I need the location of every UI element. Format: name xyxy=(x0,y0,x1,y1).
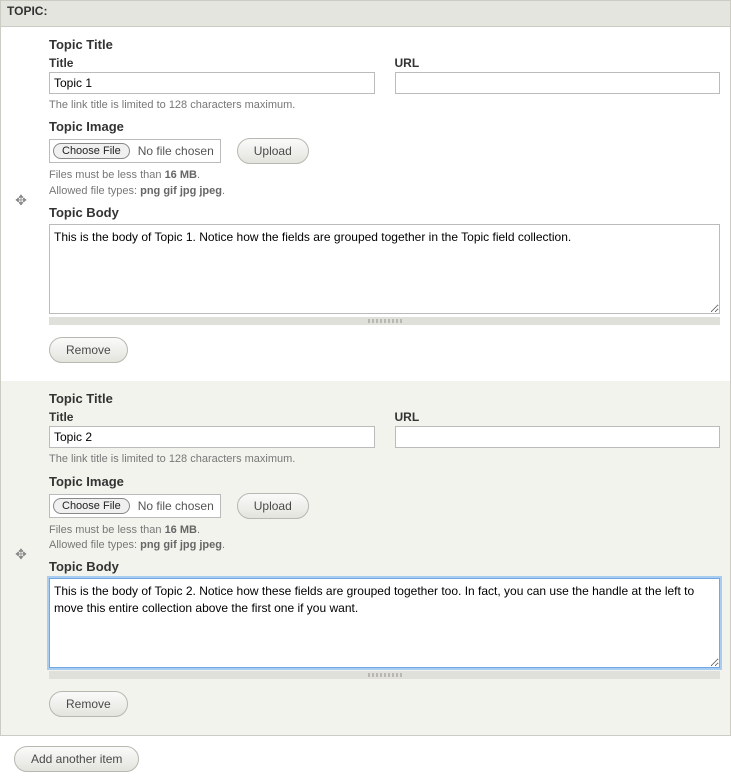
topic-item: ✥ Topic Title Title URL The link title i… xyxy=(1,27,730,381)
file-hint: Files must be less than 16 MB. Allowed f… xyxy=(49,523,720,554)
remove-button[interactable]: Remove xyxy=(49,691,128,717)
drag-handle-icon[interactable]: ✥ xyxy=(15,547,27,561)
url-label: URL xyxy=(395,410,721,424)
section-label: TOPIC: xyxy=(7,4,47,18)
file-status: No file chosen xyxy=(138,144,214,158)
add-item-button[interactable]: Add another item xyxy=(14,746,139,772)
topic-form: Topic Title Title URL The link title is … xyxy=(41,391,720,717)
topic-title-group-label: Topic Title xyxy=(49,37,720,52)
topic-body-group-label: Topic Body xyxy=(49,559,720,574)
topic-image-group-label: Topic Image xyxy=(49,474,720,489)
title-label: Title xyxy=(49,410,375,424)
choose-file-button[interactable]: Choose File xyxy=(53,498,130,514)
title-input[interactable] xyxy=(49,72,375,94)
title-hint: The link title is limited to 128 charact… xyxy=(49,98,720,113)
topic-image-group-label: Topic Image xyxy=(49,119,720,134)
url-input[interactable] xyxy=(395,72,721,94)
file-input[interactable]: Choose File No file chosen xyxy=(49,494,221,518)
drag-handle-icon[interactable]: ✥ xyxy=(15,193,27,207)
choose-file-button[interactable]: Choose File xyxy=(53,143,130,159)
file-hint: Files must be less than 16 MB. Allowed f… xyxy=(49,168,720,199)
title-hint: The link title is limited to 128 charact… xyxy=(49,452,720,467)
resize-grip[interactable] xyxy=(49,671,720,679)
title-label: Title xyxy=(49,56,375,70)
body-textarea[interactable] xyxy=(49,578,720,668)
resize-grip[interactable] xyxy=(49,317,720,325)
topic-item: ✥ Topic Title Title URL The link title i… xyxy=(1,381,730,735)
drag-column: ✥ xyxy=(1,193,41,207)
drag-column: ✥ xyxy=(1,547,41,561)
title-input[interactable] xyxy=(49,426,375,448)
upload-button[interactable]: Upload xyxy=(237,138,309,164)
footer: Add another item xyxy=(0,736,731,782)
section-header: TOPIC: xyxy=(0,0,731,27)
topic-body-group-label: Topic Body xyxy=(49,205,720,220)
body-textarea[interactable] xyxy=(49,224,720,314)
url-input[interactable] xyxy=(395,426,721,448)
url-label: URL xyxy=(395,56,721,70)
topic-title-group-label: Topic Title xyxy=(49,391,720,406)
upload-button[interactable]: Upload xyxy=(237,493,309,519)
section-body: ✥ Topic Title Title URL The link title i… xyxy=(0,27,731,736)
topic-form: Topic Title Title URL The link title is … xyxy=(41,37,720,363)
file-input[interactable]: Choose File No file chosen xyxy=(49,139,221,163)
remove-button[interactable]: Remove xyxy=(49,337,128,363)
file-status: No file chosen xyxy=(138,499,214,513)
